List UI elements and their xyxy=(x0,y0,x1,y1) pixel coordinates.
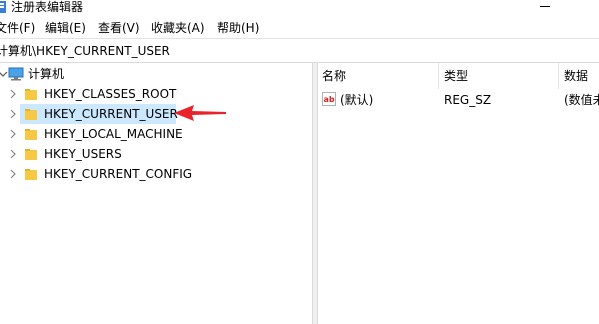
column-header-name[interactable]: 名称 xyxy=(322,69,346,83)
tree-item-hkey-current-user[interactable]: HKEY_CURRENT_USER xyxy=(0,104,312,124)
list-item[interactable]: ab (默认) REG_SZ (数值未 xyxy=(318,91,599,109)
tree-root-label: 计算机 xyxy=(28,67,65,81)
computer-icon xyxy=(8,67,24,81)
title-bar: 注册表编辑器 xyxy=(0,0,599,16)
tree-item-computer[interactable]: 计算机 xyxy=(0,64,312,84)
menu-favorites[interactable]: 收藏夹(A) xyxy=(151,21,205,35)
column-divider[interactable] xyxy=(438,63,439,89)
tree-item-hkey-current-config[interactable]: HKEY_CURRENT_CONFIG xyxy=(0,164,312,184)
tree-item-label: HKEY_LOCAL_MACHINE xyxy=(44,127,183,141)
chevron-right-icon[interactable] xyxy=(8,109,18,119)
folder-icon xyxy=(25,129,37,140)
minimize-button[interactable] xyxy=(540,6,550,7)
annotation-arrow-icon xyxy=(174,105,226,121)
regedit-icon xyxy=(0,1,6,13)
menu-view[interactable]: 查看(V) xyxy=(98,21,140,35)
value-name: (默认) xyxy=(340,93,374,107)
tree-item-label: HKEY_CURRENT_USER xyxy=(44,107,178,121)
chevron-right-icon[interactable] xyxy=(8,149,18,159)
chevron-down-icon[interactable] xyxy=(0,69,8,79)
chevron-right-icon[interactable] xyxy=(8,129,18,139)
values-list: 名称 类型 数据 ab (默认) REG_SZ (数值未 xyxy=(318,63,599,324)
svg-text:ab: ab xyxy=(324,95,335,104)
menu-bar: 文件(F) 编辑(E) 查看(V) 收藏夹(A) 帮助(H) xyxy=(0,19,599,37)
chevron-right-icon[interactable] xyxy=(8,89,18,99)
tree-item-label: HKEY_CURRENT_CONFIG xyxy=(44,167,193,181)
chevron-right-icon[interactable] xyxy=(8,169,18,179)
menu-divider xyxy=(0,38,599,39)
folder-icon xyxy=(25,149,37,160)
column-divider[interactable] xyxy=(558,63,559,89)
address-path[interactable]: 计算机\HKEY_CURRENT_USER xyxy=(0,44,170,58)
tree-item-label: HKEY_USERS xyxy=(44,147,122,161)
menu-help[interactable]: 帮助(H) xyxy=(217,21,259,35)
folder-icon xyxy=(25,89,37,100)
column-header-data[interactable]: 数据 xyxy=(564,69,588,83)
folder-icon xyxy=(25,169,37,180)
tree-pane: 计算机 HKEY_CLASSES_ROOT HKEY_CURRENT_USER xyxy=(0,63,312,324)
string-value-icon: ab xyxy=(322,92,336,106)
tree-item-hkey-classes-root[interactable]: HKEY_CLASSES_ROOT xyxy=(0,84,312,104)
window-title: 注册表编辑器 xyxy=(11,0,84,14)
tree-item-hkey-local-machine[interactable]: HKEY_LOCAL_MACHINE xyxy=(0,124,312,144)
tree-item-hkey-users[interactable]: HKEY_USERS xyxy=(0,144,312,164)
address-bar[interactable]: 计算机\HKEY_CURRENT_USER xyxy=(0,40,599,63)
folder-icon xyxy=(25,109,37,120)
value-data: (数值未 xyxy=(564,93,599,107)
value-type: REG_SZ xyxy=(444,93,492,107)
menu-file[interactable]: 文件(F) xyxy=(0,21,35,35)
column-header-type[interactable]: 类型 xyxy=(444,69,468,83)
tree-item-label: HKEY_CLASSES_ROOT xyxy=(44,87,177,101)
menu-edit[interactable]: 编辑(E) xyxy=(45,21,86,35)
